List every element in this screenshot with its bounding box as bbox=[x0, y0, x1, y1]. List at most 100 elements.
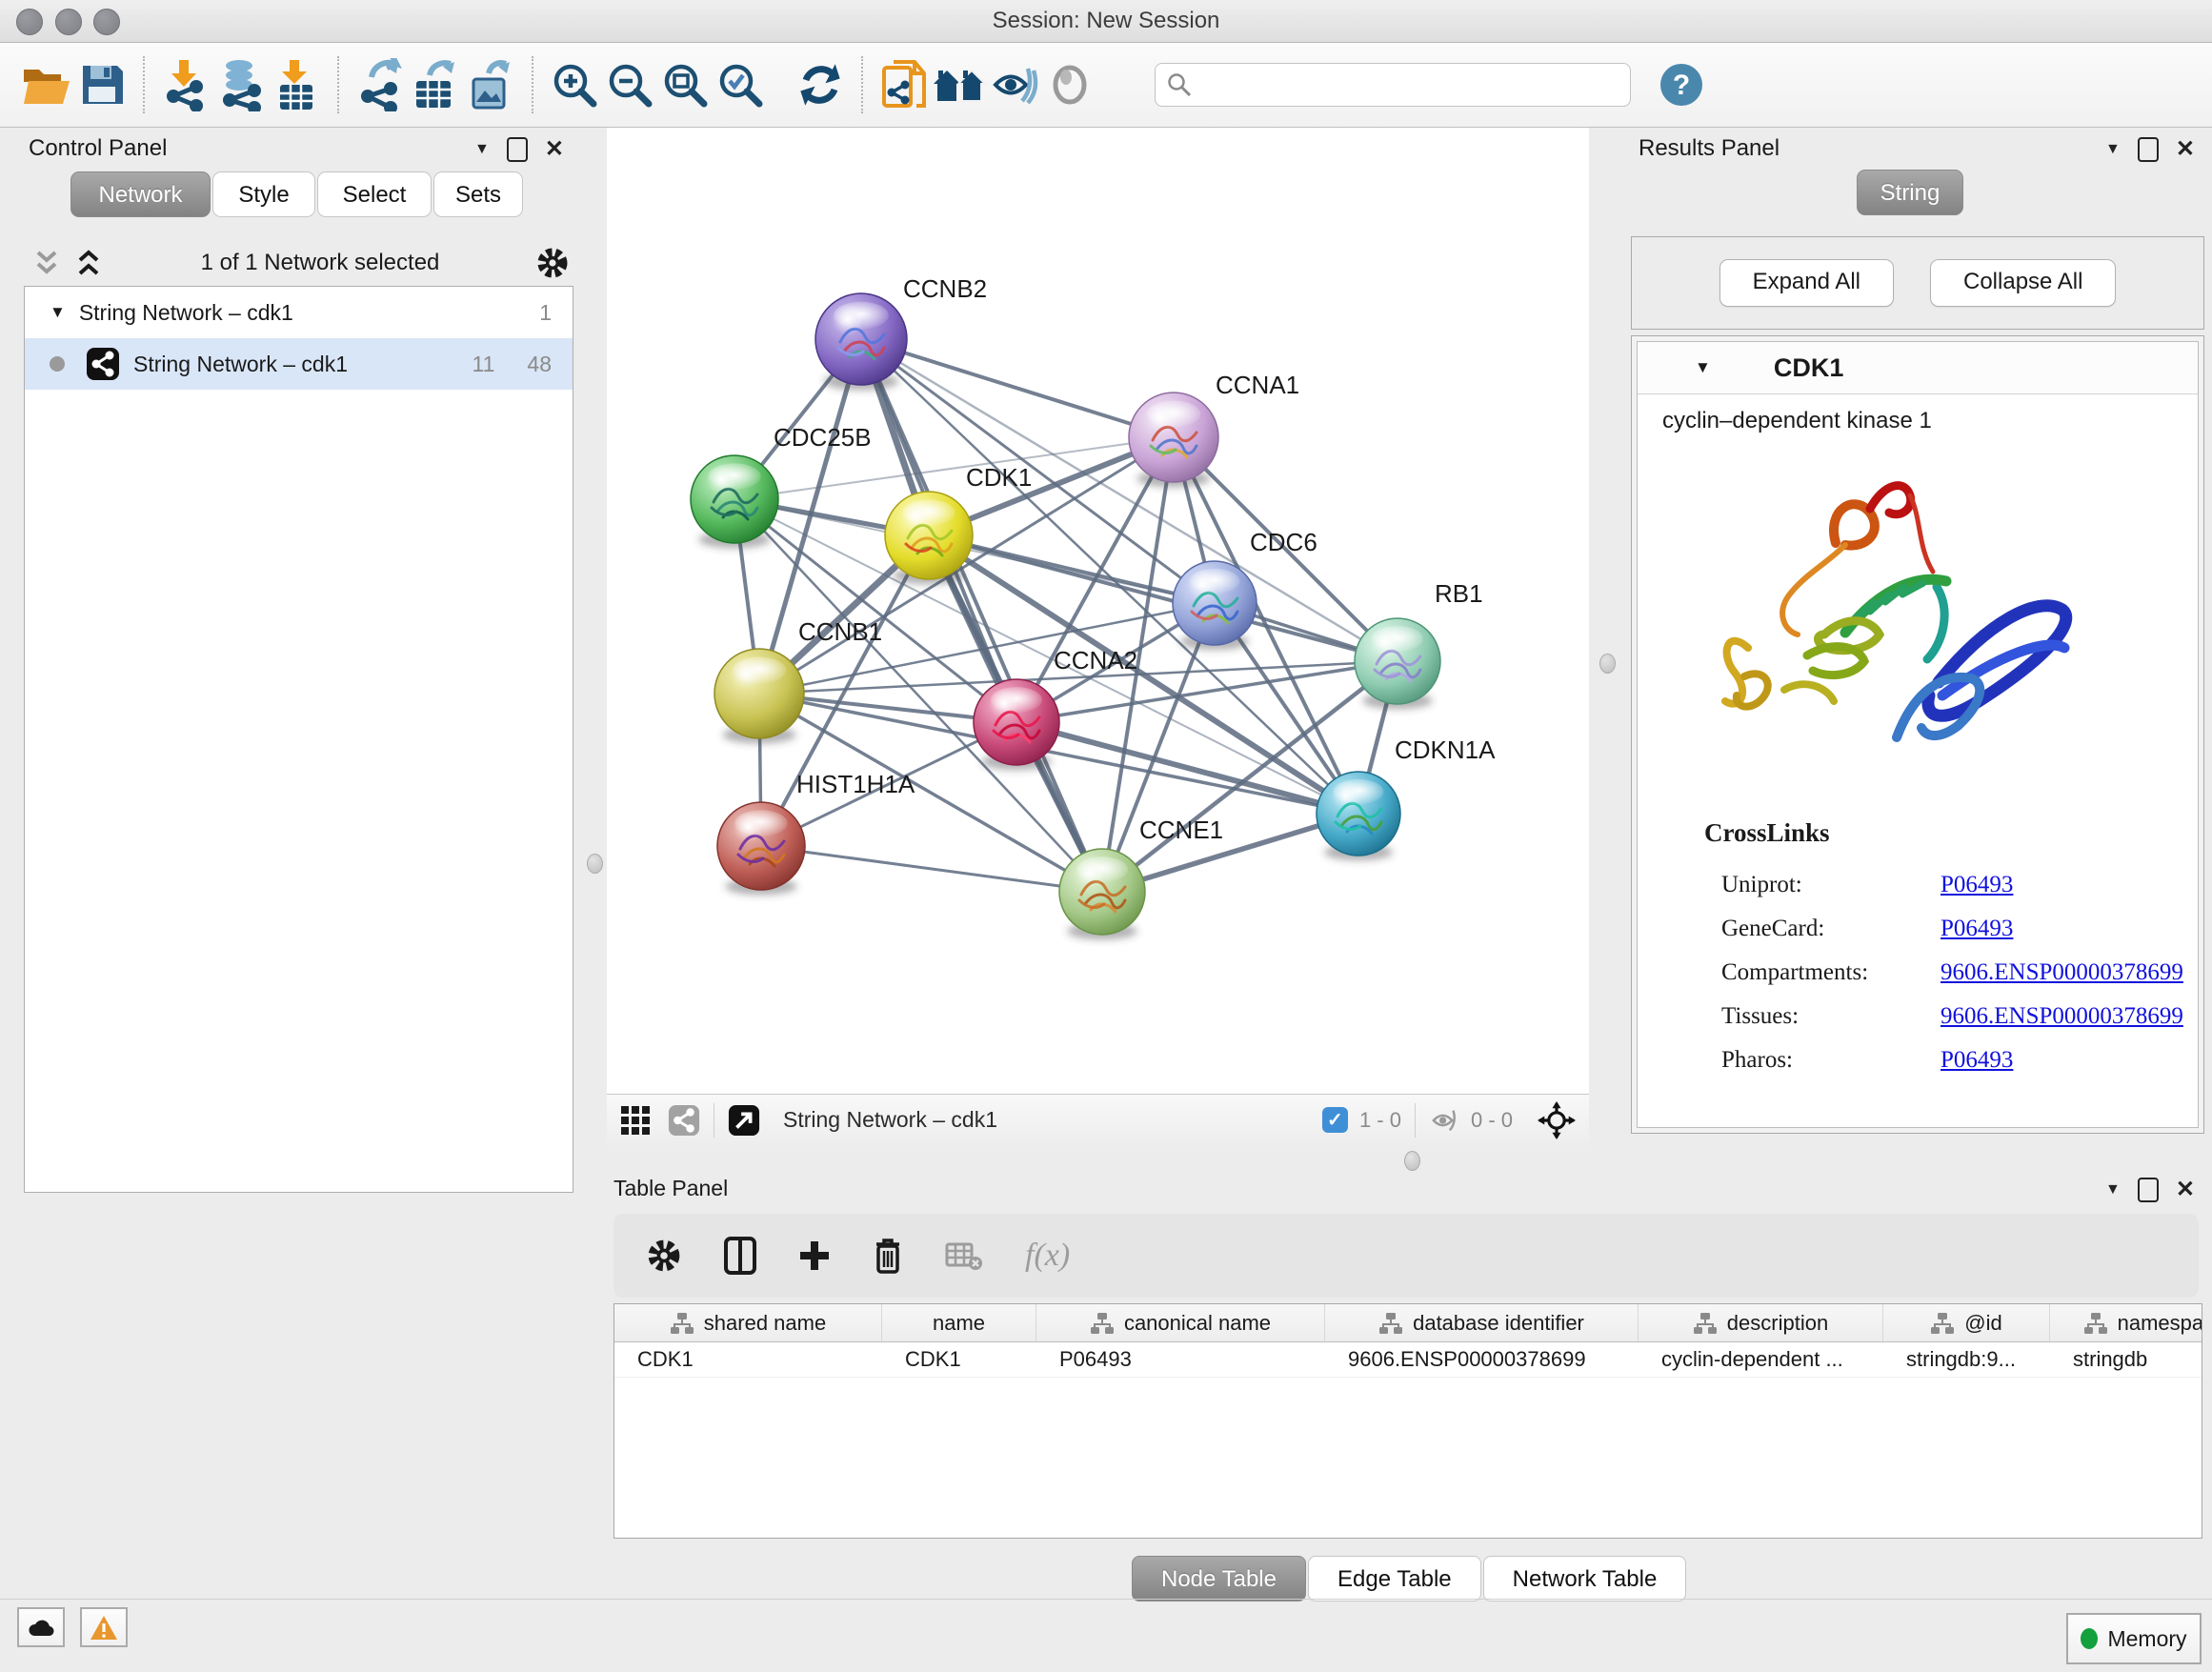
export-network-icon[interactable] bbox=[352, 55, 408, 114]
window-title: Session: New Session bbox=[0, 0, 2212, 42]
hidden-items-icon[interactable] bbox=[1429, 1107, 1461, 1134]
crosslink-link[interactable]: P06493 bbox=[1941, 872, 2013, 898]
import-network-database-icon[interactable] bbox=[213, 55, 269, 114]
column-header-shared-name[interactable]: shared name bbox=[614, 1304, 882, 1341]
results-panel-title: Results Panel bbox=[1639, 135, 1780, 162]
panel-float-icon[interactable] bbox=[2138, 1178, 2159, 1202]
column-header-database-identifier[interactable]: database identifier bbox=[1325, 1304, 1639, 1341]
open-session-icon[interactable] bbox=[19, 55, 74, 114]
expand-all-button[interactable]: Expand All bbox=[1719, 259, 1894, 307]
panel-close-icon[interactable]: ✕ bbox=[2176, 1178, 2195, 1201]
column-header-@id[interactable]: @id bbox=[1883, 1304, 2050, 1341]
table-row[interactable]: CDK1CDK1P064939606.ENSP00000378699cyclin… bbox=[614, 1342, 2202, 1378]
import-table-file-icon[interactable] bbox=[269, 55, 324, 114]
table-toolbar: f(x) bbox=[613, 1214, 2199, 1298]
tab-sets[interactable]: Sets bbox=[433, 171, 523, 217]
string-view-icon[interactable] bbox=[668, 1104, 700, 1137]
protein-name: CDK1 bbox=[1774, 353, 1844, 383]
function-builder-icon: f(x) bbox=[1025, 1238, 1070, 1274]
network-collection-row[interactable]: ▼ String Network – cdk1 1 bbox=[25, 287, 573, 338]
search-field[interactable] bbox=[1155, 63, 1631, 107]
selected-items-icon[interactable]: ✓ bbox=[1322, 1107, 1348, 1133]
zoom-fit-icon[interactable] bbox=[657, 55, 713, 114]
network-selection-status: 1 of 1 Network selected bbox=[105, 250, 535, 276]
search-input[interactable] bbox=[1201, 71, 1619, 98]
help-icon[interactable]: ? bbox=[1654, 55, 1709, 114]
panel-menu-icon[interactable]: ▼ bbox=[474, 142, 490, 157]
node-count: 11 bbox=[473, 352, 495, 377]
cloud-icon bbox=[27, 1617, 55, 1638]
tree-expander-icon[interactable]: ▼ bbox=[50, 303, 66, 322]
collapse-all-icon[interactable] bbox=[30, 249, 63, 277]
search-icon bbox=[1167, 72, 1192, 97]
table-options-gear-icon[interactable] bbox=[646, 1238, 682, 1274]
delete-column-icon[interactable] bbox=[873, 1237, 903, 1275]
expand-all-icon[interactable] bbox=[72, 249, 105, 277]
duplicate-network-icon[interactable] bbox=[876, 55, 932, 114]
birdseye-crosshair-icon[interactable] bbox=[1538, 1101, 1576, 1139]
protein-description: cyclin–dependent kinase 1 bbox=[1662, 408, 2198, 434]
panel-menu-icon[interactable]: ▼ bbox=[2105, 142, 2121, 157]
crosslink-label: GeneCard: bbox=[1721, 916, 1941, 942]
tab-edge-table[interactable]: Edge Table bbox=[1308, 1556, 1481, 1601]
node-label: CDC6 bbox=[1250, 528, 1317, 556]
node-table: shared namenamecanonical namedatabase id… bbox=[613, 1303, 2202, 1539]
network-canvas[interactable]: CCNB2CCNA1CDC25BCDK1CDC6RB1CCNB1CCNA2CDK… bbox=[607, 128, 1589, 1094]
crosslinks-heading: CrossLinks bbox=[1704, 818, 2198, 848]
column-header-canonical-name[interactable]: canonical name bbox=[1036, 1304, 1325, 1341]
crosslink-link[interactable]: 9606.ENSP00000378699 bbox=[1941, 959, 2183, 986]
toolbar-separator bbox=[143, 56, 145, 113]
crosslink-link[interactable]: 9606.ENSP00000378699 bbox=[1941, 1003, 2183, 1030]
home-icon[interactable] bbox=[932, 55, 987, 114]
panel-menu-icon[interactable]: ▼ bbox=[2105, 1182, 2121, 1198]
network-row[interactable]: String Network – cdk1 11 48 bbox=[25, 338, 573, 390]
tab-network[interactable]: Network bbox=[70, 171, 211, 217]
hide-selected-icon[interactable] bbox=[987, 55, 1042, 114]
column-header-namespace[interactable]: namespace bbox=[2050, 1304, 2202, 1341]
show-all-icon[interactable] bbox=[1042, 55, 1097, 114]
column-header-description[interactable]: description bbox=[1639, 1304, 1883, 1341]
tab-node-table[interactable]: Node Table bbox=[1132, 1556, 1306, 1601]
control-panel: Control Panel ▼ ✕ Network Style Select S… bbox=[11, 128, 581, 1595]
tab-network-table[interactable]: Network Table bbox=[1483, 1556, 1687, 1601]
grid-view-icon[interactable] bbox=[620, 1105, 651, 1136]
zoom-out-icon[interactable] bbox=[602, 55, 657, 114]
protein-structure-image bbox=[1693, 452, 2093, 785]
export-image-icon[interactable] bbox=[463, 55, 518, 114]
section-expander-icon[interactable]: ▼ bbox=[1695, 358, 1711, 377]
zoom-selected-icon[interactable] bbox=[713, 55, 768, 114]
collapse-all-button[interactable]: Collapse All bbox=[1930, 259, 2116, 307]
network-options-gear-icon[interactable] bbox=[535, 246, 570, 280]
panel-close-icon[interactable]: ✕ bbox=[2176, 138, 2195, 161]
left-splitter-handle[interactable] bbox=[587, 854, 603, 874]
right-splitter-handle[interactable] bbox=[1599, 654, 1616, 674]
tab-string[interactable]: String bbox=[1857, 170, 1963, 215]
cloud-button[interactable] bbox=[17, 1607, 65, 1647]
collection-label: String Network – cdk1 bbox=[79, 300, 293, 326]
refresh-layout-icon[interactable] bbox=[793, 55, 848, 114]
panel-float-icon[interactable] bbox=[2138, 137, 2159, 162]
crosslink-link[interactable]: P06493 bbox=[1941, 1047, 2013, 1074]
hidden-counts: 0 - 0 bbox=[1471, 1108, 1513, 1133]
export-table-icon[interactable] bbox=[408, 55, 463, 114]
protein-section-header[interactable]: ▼ CDK1 bbox=[1638, 342, 2198, 394]
zoom-in-icon[interactable] bbox=[547, 55, 602, 114]
show-columns-icon[interactable] bbox=[724, 1237, 756, 1275]
column-header-name[interactable]: name bbox=[882, 1304, 1036, 1341]
node-label: CCNB2 bbox=[903, 274, 987, 303]
detach-view-icon[interactable] bbox=[728, 1104, 760, 1137]
save-session-icon[interactable] bbox=[74, 55, 130, 114]
tab-style[interactable]: Style bbox=[212, 171, 315, 217]
import-network-file-icon[interactable] bbox=[158, 55, 213, 114]
node-label: CDC25B bbox=[774, 423, 872, 452]
crosslink-row: Compartments:9606.ENSP00000378699 bbox=[1638, 951, 2198, 995]
crosslink-row: Uniprot:P06493 bbox=[1638, 863, 2198, 907]
panel-float-icon[interactable] bbox=[507, 137, 528, 162]
warnings-button[interactable] bbox=[80, 1607, 128, 1647]
add-column-icon[interactable] bbox=[798, 1239, 831, 1272]
bottom-splitter-handle[interactable] bbox=[1404, 1151, 1420, 1171]
panel-close-icon[interactable]: ✕ bbox=[545, 138, 564, 161]
tab-select[interactable]: Select bbox=[317, 171, 432, 217]
memory-button[interactable]: Memory bbox=[2066, 1613, 2202, 1664]
crosslink-link[interactable]: P06493 bbox=[1941, 916, 2013, 942]
